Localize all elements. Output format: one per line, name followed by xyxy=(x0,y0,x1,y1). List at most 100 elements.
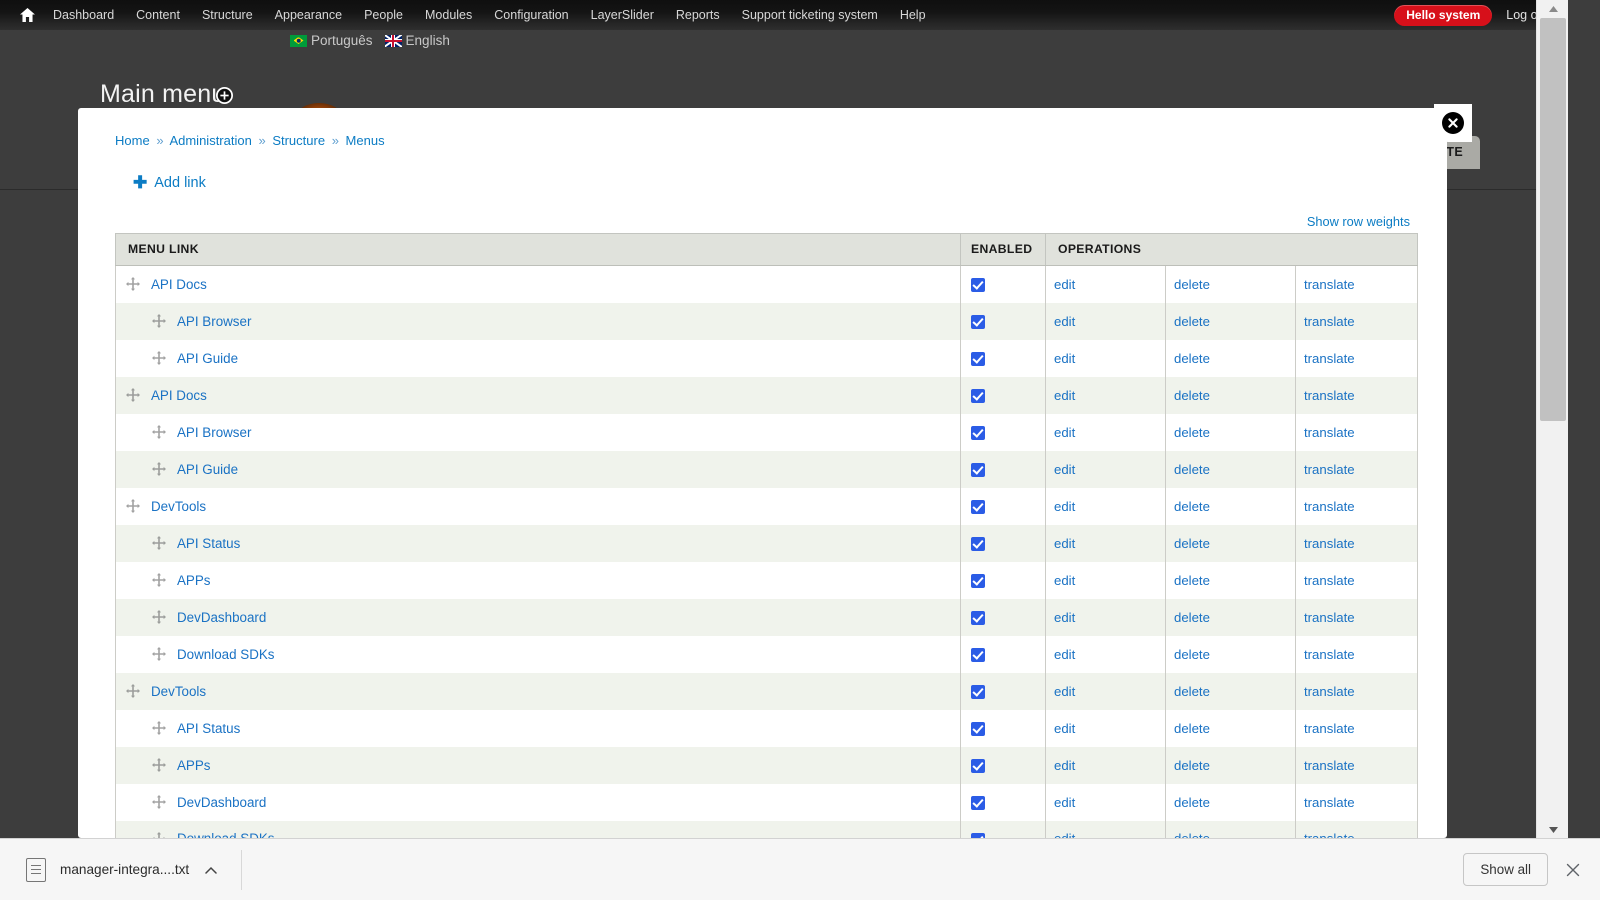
toolbar-item-reports[interactable]: Reports xyxy=(665,0,731,30)
edit-link[interactable]: edit xyxy=(1054,462,1075,477)
menu-link-label[interactable]: DevTools xyxy=(151,499,206,514)
enabled-checkbox[interactable] xyxy=(971,352,985,366)
delete-link[interactable]: delete xyxy=(1174,277,1210,292)
delete-link[interactable]: delete xyxy=(1174,610,1210,625)
menu-link-label[interactable]: APPs xyxy=(177,573,211,588)
translate-link[interactable]: translate xyxy=(1304,610,1355,625)
edit-link[interactable]: edit xyxy=(1054,314,1075,329)
scrollbar-thumb[interactable] xyxy=(1540,18,1566,421)
toolbar-item-appearance[interactable]: Appearance xyxy=(264,0,353,30)
enabled-checkbox[interactable] xyxy=(971,537,985,551)
enabled-checkbox[interactable] xyxy=(971,685,985,699)
drag-move-icon[interactable] xyxy=(152,425,166,439)
delete-link[interactable]: delete xyxy=(1174,314,1210,329)
drag-move-icon[interactable] xyxy=(152,795,166,809)
add-link-button[interactable]: ✚ Add link xyxy=(133,174,206,191)
edit-link[interactable]: edit xyxy=(1054,795,1075,810)
edit-link[interactable]: edit xyxy=(1054,647,1075,662)
delete-link[interactable]: delete xyxy=(1174,425,1210,440)
delete-link[interactable]: delete xyxy=(1174,351,1210,366)
menu-link-label[interactable]: DevDashboard xyxy=(177,795,266,810)
show-all-downloads-button[interactable]: Show all xyxy=(1463,853,1548,886)
edit-link[interactable]: edit xyxy=(1054,499,1075,514)
edit-link[interactable]: edit xyxy=(1054,573,1075,588)
edit-link[interactable]: edit xyxy=(1054,684,1075,699)
close-icon[interactable] xyxy=(1562,859,1584,881)
menu-link-label[interactable]: API Status xyxy=(177,536,240,551)
enabled-checkbox[interactable] xyxy=(971,648,985,662)
delete-link[interactable]: delete xyxy=(1174,795,1210,810)
drag-move-icon[interactable] xyxy=(152,647,166,661)
home-icon[interactable] xyxy=(12,0,42,30)
delete-link[interactable]: delete xyxy=(1174,388,1210,403)
drag-move-icon[interactable] xyxy=(126,499,140,513)
menu-link-label[interactable]: DevTools xyxy=(151,684,206,699)
translate-link[interactable]: translate xyxy=(1304,388,1355,403)
enabled-checkbox[interactable] xyxy=(971,389,985,403)
enabled-checkbox[interactable] xyxy=(971,796,985,810)
translate-link[interactable]: translate xyxy=(1304,721,1355,736)
edit-link[interactable]: edit xyxy=(1054,536,1075,551)
menu-link-label[interactable]: APPs xyxy=(177,758,211,773)
enabled-checkbox[interactable] xyxy=(971,500,985,514)
edit-link[interactable]: edit xyxy=(1054,277,1075,292)
toolbar-item-configuration[interactable]: Configuration xyxy=(483,0,579,30)
drag-move-icon[interactable] xyxy=(152,758,166,772)
edit-link[interactable]: edit xyxy=(1054,721,1075,736)
show-row-weights-link[interactable]: Show row weights xyxy=(1307,214,1410,229)
menu-link-label[interactable]: API Docs xyxy=(151,388,207,403)
delete-link[interactable]: delete xyxy=(1174,831,1210,838)
close-circle-icon[interactable] xyxy=(1434,104,1472,142)
delete-link[interactable]: delete xyxy=(1174,573,1210,588)
page-scrollbar[interactable] xyxy=(1536,0,1568,838)
menu-link-label[interactable]: DevDashboard xyxy=(177,610,266,625)
translate-link[interactable]: translate xyxy=(1304,647,1355,662)
delete-link[interactable]: delete xyxy=(1174,721,1210,736)
enabled-checkbox[interactable] xyxy=(971,463,985,477)
translate-link[interactable]: translate xyxy=(1304,831,1355,838)
edit-link[interactable]: edit xyxy=(1054,351,1075,366)
edit-link[interactable]: edit xyxy=(1054,758,1075,773)
drag-move-icon[interactable] xyxy=(126,277,140,291)
language-link-portugues[interactable]: Português xyxy=(290,33,373,48)
enabled-checkbox[interactable] xyxy=(971,759,985,773)
enabled-checkbox[interactable] xyxy=(971,315,985,329)
drag-move-icon[interactable] xyxy=(152,536,166,550)
enabled-checkbox[interactable] xyxy=(971,574,985,588)
edit-link[interactable]: edit xyxy=(1054,831,1075,838)
scroll-down-icon[interactable] xyxy=(1537,821,1568,838)
toolbar-item-structure[interactable]: Structure xyxy=(191,0,264,30)
menu-link-label[interactable]: API Browser xyxy=(177,314,251,329)
delete-link[interactable]: delete xyxy=(1174,536,1210,551)
drag-move-icon[interactable] xyxy=(152,610,166,624)
toolbar-item-content[interactable]: Content xyxy=(125,0,191,30)
translate-link[interactable]: translate xyxy=(1304,536,1355,551)
translate-link[interactable]: translate xyxy=(1304,795,1355,810)
drag-move-icon[interactable] xyxy=(152,351,166,365)
translate-link[interactable]: translate xyxy=(1304,314,1355,329)
translate-link[interactable]: translate xyxy=(1304,573,1355,588)
menu-link-label[interactable]: Download SDKs xyxy=(177,647,275,662)
toolbar-item-help[interactable]: Help xyxy=(889,0,937,30)
delete-link[interactable]: delete xyxy=(1174,499,1210,514)
menu-link-label[interactable]: API Browser xyxy=(177,425,251,440)
download-item[interactable]: manager-integra....txt xyxy=(16,850,227,890)
toolbar-item-modules[interactable]: Modules xyxy=(414,0,483,30)
delete-link[interactable]: delete xyxy=(1174,647,1210,662)
breadcrumb-item-structure[interactable]: Structure xyxy=(272,133,325,148)
translate-link[interactable]: translate xyxy=(1304,277,1355,292)
enabled-checkbox[interactable] xyxy=(971,426,985,440)
menu-link-label[interactable]: API Docs xyxy=(151,277,207,292)
edit-link[interactable]: edit xyxy=(1054,425,1075,440)
add-circle-icon[interactable] xyxy=(216,87,233,104)
menu-link-label[interactable]: API Guide xyxy=(177,351,238,366)
delete-link[interactable]: delete xyxy=(1174,684,1210,699)
enabled-checkbox[interactable] xyxy=(971,278,985,292)
drag-move-icon[interactable] xyxy=(152,462,166,476)
delete-link[interactable]: delete xyxy=(1174,758,1210,773)
edit-link[interactable]: edit xyxy=(1054,610,1075,625)
translate-link[interactable]: translate xyxy=(1304,462,1355,477)
toolbar-item-people[interactable]: People xyxy=(353,0,414,30)
translate-link[interactable]: translate xyxy=(1304,499,1355,514)
menu-link-label[interactable]: API Status xyxy=(177,721,240,736)
